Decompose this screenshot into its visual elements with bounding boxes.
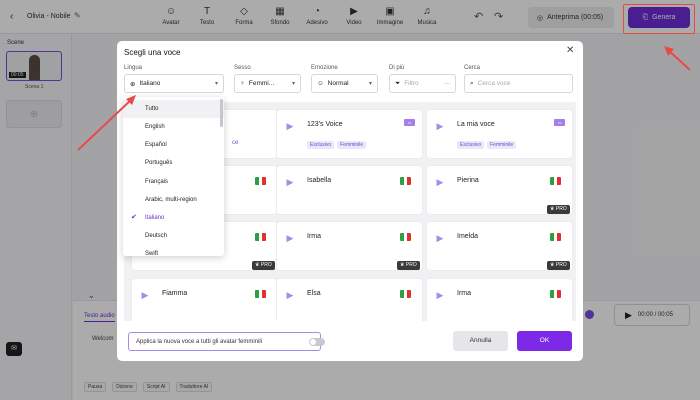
clone-badge-icon: ▭ bbox=[554, 119, 565, 126]
play-icon[interactable]: ▶ bbox=[283, 231, 297, 245]
search-icon: ⌕ bbox=[470, 79, 474, 87]
language-option[interactable]: Français bbox=[123, 173, 224, 191]
search-input[interactable]: ⌕ Cerca voce bbox=[464, 74, 573, 93]
more-icon: ··· bbox=[444, 80, 450, 87]
voice-name: La mia voce bbox=[457, 121, 495, 128]
filter-icon: ⏷ bbox=[395, 79, 401, 87]
voice-name: 123's Voice bbox=[307, 121, 343, 128]
person-icon: ♀ bbox=[240, 80, 245, 87]
pro-badge: ♛ PRO bbox=[547, 261, 570, 270]
gender-select[interactable]: ♀ Femmi... ▾ bbox=[234, 74, 301, 93]
play-icon[interactable]: ▶ bbox=[433, 119, 447, 133]
chevron-down-icon: ▾ bbox=[291, 81, 295, 87]
apply-toggle[interactable] bbox=[309, 338, 325, 346]
language-option[interactable]: Português bbox=[123, 154, 224, 172]
language-option-selected[interactable]: ✔ Italiano bbox=[123, 209, 224, 227]
language-option[interactable]: English bbox=[123, 118, 224, 136]
cancel-button[interactable]: Annulla bbox=[453, 331, 508, 351]
play-icon[interactable]: ▶ bbox=[283, 119, 297, 133]
italy-flag-icon bbox=[255, 290, 266, 298]
voice-name: Isabella bbox=[307, 177, 332, 184]
play-icon[interactable]: ▶ bbox=[138, 288, 152, 302]
voice-tags: Esclusivo Femminile bbox=[457, 141, 517, 149]
italy-flag-icon bbox=[255, 177, 266, 185]
close-icon[interactable]: ✕ bbox=[566, 45, 574, 56]
apply-to-all-option[interactable]: Applica la nuova voce a tutti gli avatar… bbox=[128, 332, 325, 351]
language-option[interactable]: Español bbox=[123, 136, 224, 154]
voice-name: Fiamma bbox=[162, 290, 188, 297]
language-option[interactable]: Deutsch bbox=[123, 227, 224, 245]
emotion-select[interactable]: ☺ Normal ▾ bbox=[311, 74, 378, 93]
pro-badge: ♛ PRO bbox=[252, 261, 275, 270]
smile-icon: ☺ bbox=[317, 80, 324, 87]
italy-flag-icon bbox=[400, 290, 411, 298]
more-label: Di più bbox=[389, 65, 405, 71]
clone-badge-icon: ▭ bbox=[404, 119, 415, 126]
play-icon[interactable]: ▶ bbox=[283, 288, 297, 302]
play-icon[interactable]: ▶ bbox=[433, 288, 447, 302]
play-icon[interactable]: ▶ bbox=[283, 175, 297, 189]
voice-name: Imelda bbox=[457, 233, 479, 240]
voice-card[interactable]: ▶ Fiamma bbox=[132, 279, 277, 321]
play-icon[interactable]: ▶ bbox=[433, 175, 447, 189]
voice-card[interactable]: ▶ 123's Voice ▭ Esclusivo Femminile bbox=[277, 110, 422, 158]
italy-flag-icon bbox=[255, 233, 266, 241]
language-option[interactable]: Tutto bbox=[123, 100, 224, 118]
language-option[interactable]: Arabic, multi-region bbox=[123, 191, 224, 209]
voice-card[interactable]: ▶ Imelda ♛ PRO bbox=[427, 222, 572, 270]
chevron-down-icon: ▾ bbox=[368, 81, 372, 87]
italy-flag-icon bbox=[550, 233, 561, 241]
language-option[interactable]: Swift bbox=[123, 245, 224, 256]
voice-name: Irma bbox=[457, 290, 471, 297]
emotion-label: Emozione bbox=[311, 65, 338, 71]
language-label: Lingua bbox=[124, 65, 143, 71]
annotation-highlight-box bbox=[623, 4, 695, 34]
voice-card[interactable]: ▶ La mia voce ▭ Esclusivo Femminile bbox=[427, 110, 572, 158]
chevron-down-icon: ▾ bbox=[214, 81, 218, 87]
voice-tags: Esclusivo Femminile bbox=[307, 141, 367, 149]
voice-card[interactable]: ▶ Elsa bbox=[277, 279, 422, 321]
search-label: Cerca bbox=[464, 65, 481, 71]
voice-card[interactable]: ▶ Irma ♛ PRO bbox=[277, 222, 422, 270]
pro-badge: ♛ PRO bbox=[397, 261, 420, 270]
dialog-title: Scegli una voce bbox=[124, 48, 181, 57]
voice-name: Irma bbox=[307, 233, 321, 240]
voice-card[interactable]: ▶ Isabella bbox=[277, 166, 422, 214]
italy-flag-icon bbox=[400, 177, 411, 185]
pro-badge: ♛ PRO bbox=[547, 205, 570, 214]
italy-flag-icon bbox=[550, 177, 561, 185]
language-select[interactable]: ⊕ Italiano ▾ bbox=[124, 74, 224, 93]
check-icon: ✔ bbox=[131, 214, 137, 221]
italy-flag-icon bbox=[400, 233, 411, 241]
italy-flag-icon bbox=[550, 290, 561, 298]
gender-label: Sesso bbox=[234, 65, 251, 71]
more-filter-select[interactable]: ⏷ Filtro ··· bbox=[389, 74, 456, 93]
ok-button[interactable]: OK bbox=[517, 331, 572, 351]
voice-card[interactable]: ▶ Irma bbox=[427, 279, 572, 321]
play-icon[interactable]: ▶ bbox=[433, 231, 447, 245]
voice-name: Elsa bbox=[307, 290, 321, 297]
globe-icon: ⊕ bbox=[130, 80, 136, 88]
voice-card[interactable]: ▶ Pierina ♛ PRO bbox=[427, 166, 572, 214]
dropdown-scrollbar[interactable] bbox=[220, 99, 223, 127]
voice-name: Pierina bbox=[457, 177, 479, 184]
language-dropdown: Tutto English Español Português Français… bbox=[123, 97, 224, 256]
